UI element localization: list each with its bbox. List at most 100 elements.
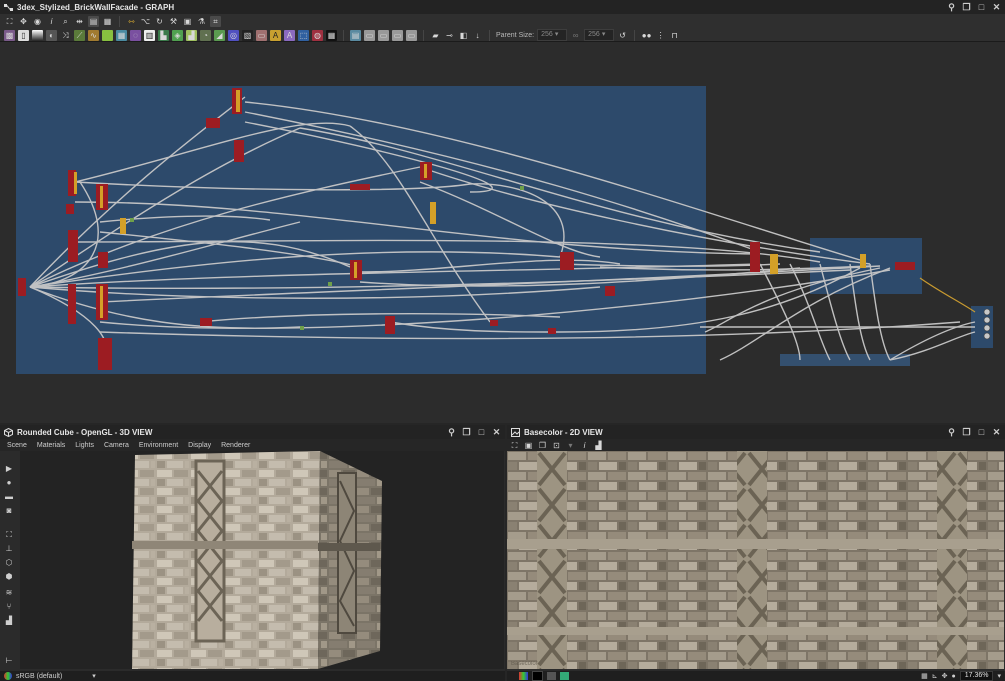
menu-environment[interactable]: Environment	[139, 442, 178, 449]
tool-icon[interactable]: ⚒	[168, 16, 179, 27]
screenshot-icon[interactable]: ◙	[3, 505, 15, 516]
search-icon[interactable]: ⌕	[60, 16, 71, 27]
close-icon[interactable]: ✕	[992, 427, 1001, 437]
save-icon[interactable]: ▣	[524, 441, 533, 450]
pin-icon[interactable]: ⚲	[947, 427, 956, 437]
comment-icon[interactable]: ▰	[430, 30, 441, 41]
frame-select-icon[interactable]: ⌗	[210, 15, 221, 27]
frame-icon[interactable]: ⛶	[4, 16, 15, 27]
grid-icon[interactable]: ▦	[116, 29, 127, 41]
link-size-icon[interactable]: ∞	[570, 30, 581, 41]
text-icon[interactable]: A	[270, 29, 281, 41]
maximize-icon[interactable]: □	[977, 427, 986, 437]
selected-icon[interactable]: ▦	[326, 29, 337, 41]
menu-materials[interactable]: Materials	[37, 442, 65, 449]
pattern-icon[interactable]: ◎	[228, 29, 239, 41]
fx-icon[interactable]: ◍	[312, 29, 323, 41]
pin-node-icon[interactable]: ⊸	[444, 30, 455, 41]
float-icon[interactable]: ❐	[462, 427, 471, 437]
frame-view-icon[interactable]: ⛶	[3, 529, 15, 540]
circle-icon[interactable]: ◢	[214, 29, 225, 41]
graph-canvas[interactable]	[0, 42, 1005, 423]
float-icon[interactable]: ❐	[962, 427, 971, 437]
menu-scene[interactable]: Scene	[7, 442, 27, 449]
zoom-chevron-icon[interactable]: ▾	[997, 672, 1001, 680]
camera-icon[interactable]: ◉	[32, 16, 43, 27]
info-icon[interactable]: i	[46, 16, 57, 27]
fit-icon[interactable]: ⛶	[510, 441, 519, 450]
node-b-icon[interactable]: ▭	[364, 29, 375, 41]
blur-icon[interactable]: ◌	[130, 29, 141, 41]
magnet-icon[interactable]: ⊓	[669, 30, 680, 41]
axis-icon[interactable]: ⊥	[3, 543, 15, 554]
view3d-viewport[interactable]	[20, 451, 504, 669]
close-icon[interactable]: ✕	[992, 2, 1001, 12]
size-select[interactable]: 256 ▾	[584, 29, 615, 41]
video-camera-icon[interactable]: ▶	[3, 463, 15, 474]
reset-icon[interactable]: ↺	[617, 30, 628, 41]
chevron-down-icon[interactable]: ▾	[92, 672, 96, 680]
nav-icon[interactable]: ↓	[472, 30, 483, 41]
gray-channel-icon[interactable]	[547, 672, 556, 680]
uv-icon[interactable]: ⊡	[552, 441, 561, 450]
pen-icon[interactable]: ⟋	[74, 29, 85, 41]
image-icon[interactable]: ▩	[4, 29, 15, 41]
stats-icon[interactable]: ▟	[3, 615, 15, 626]
copy-icon[interactable]: ❐	[538, 441, 547, 450]
menu-camera[interactable]: Camera	[104, 442, 129, 449]
table-icon[interactable]: ▦	[102, 16, 113, 27]
green-icon[interactable]	[102, 29, 113, 41]
pin-icon[interactable]: ⚲	[947, 2, 956, 12]
blend-icon[interactable]: ◐	[46, 29, 57, 41]
move-tool-icon[interactable]: ✥	[942, 672, 948, 680]
connect-icon[interactable]: ●●	[641, 30, 652, 41]
rgb-channels-icon[interactable]	[519, 672, 528, 680]
branch-view-icon[interactable]: ⑂	[3, 601, 15, 612]
layout-icon[interactable]: ▤	[88, 15, 99, 27]
gradient-map-icon[interactable]: ▟	[186, 29, 197, 41]
levels-icon[interactable]: ▙	[158, 29, 169, 41]
gradient-icon[interactable]	[32, 29, 43, 41]
node-e-icon[interactable]: ▭	[406, 29, 417, 41]
alpha-channel-icon[interactable]	[560, 672, 569, 680]
mask-icon[interactable]: ▧	[242, 29, 253, 41]
wire-cube-icon[interactable]: ⬢	[3, 571, 15, 582]
float-icon[interactable]: ❐	[962, 2, 971, 12]
blend-b-icon[interactable]: ◈	[172, 29, 183, 41]
node-d-icon[interactable]: ▭	[392, 29, 403, 41]
node-c-icon[interactable]: ▭	[378, 29, 389, 41]
black-channel-icon[interactable]	[532, 671, 543, 681]
curve-icon[interactable]: ∿	[88, 29, 99, 41]
zoom-slider-icon[interactable]: ●	[952, 673, 956, 680]
move-icon[interactable]: ✥	[18, 16, 29, 27]
node-a-icon[interactable]: ▤	[350, 29, 361, 41]
arrow-icon[interactable]: ⇿	[126, 16, 137, 27]
page-icon[interactable]: ▯	[18, 29, 29, 41]
branch-icon[interactable]: ⌥	[140, 16, 151, 27]
screen-icon[interactable]: ▣	[182, 16, 193, 27]
pin-icon[interactable]: ⚲	[447, 427, 456, 437]
light-icon[interactable]: ●	[3, 477, 15, 488]
maximize-icon[interactable]: □	[477, 427, 486, 437]
transform-icon[interactable]: A	[284, 29, 295, 41]
flask-icon[interactable]: ⚗	[196, 16, 207, 27]
view2d-viewport[interactable]: Basecolor	[507, 451, 1004, 669]
brightness-icon[interactable]: ▭	[256, 29, 267, 41]
menu-lights[interactable]: Lights	[75, 442, 94, 449]
link-icon[interactable]: ⇹	[74, 16, 85, 27]
shuffle-icon[interactable]: ⤨	[60, 30, 71, 41]
close-icon[interactable]: ✕	[492, 427, 501, 437]
rotate-icon[interactable]: ↻	[154, 16, 165, 27]
uv-chevron-icon[interactable]: ▾	[566, 441, 575, 450]
hsl-icon[interactable]: ▥	[144, 29, 155, 41]
menu-display[interactable]: Display	[188, 442, 211, 449]
axis-toggle-icon[interactable]: ⊾	[932, 672, 938, 680]
info-icon[interactable]: i	[580, 441, 589, 450]
parent-size-select[interactable]: 256 ▾	[537, 29, 568, 41]
zoom-level[interactable]: 17.36%	[959, 671, 994, 681]
maximize-icon[interactable]: □	[977, 2, 986, 12]
histogram-icon[interactable]: ▟	[594, 441, 603, 450]
warp-icon[interactable]: ◔	[200, 29, 211, 41]
axis-gizmo-icon[interactable]: ⊢	[3, 655, 15, 666]
stack-icon[interactable]: ⋮	[655, 30, 666, 41]
